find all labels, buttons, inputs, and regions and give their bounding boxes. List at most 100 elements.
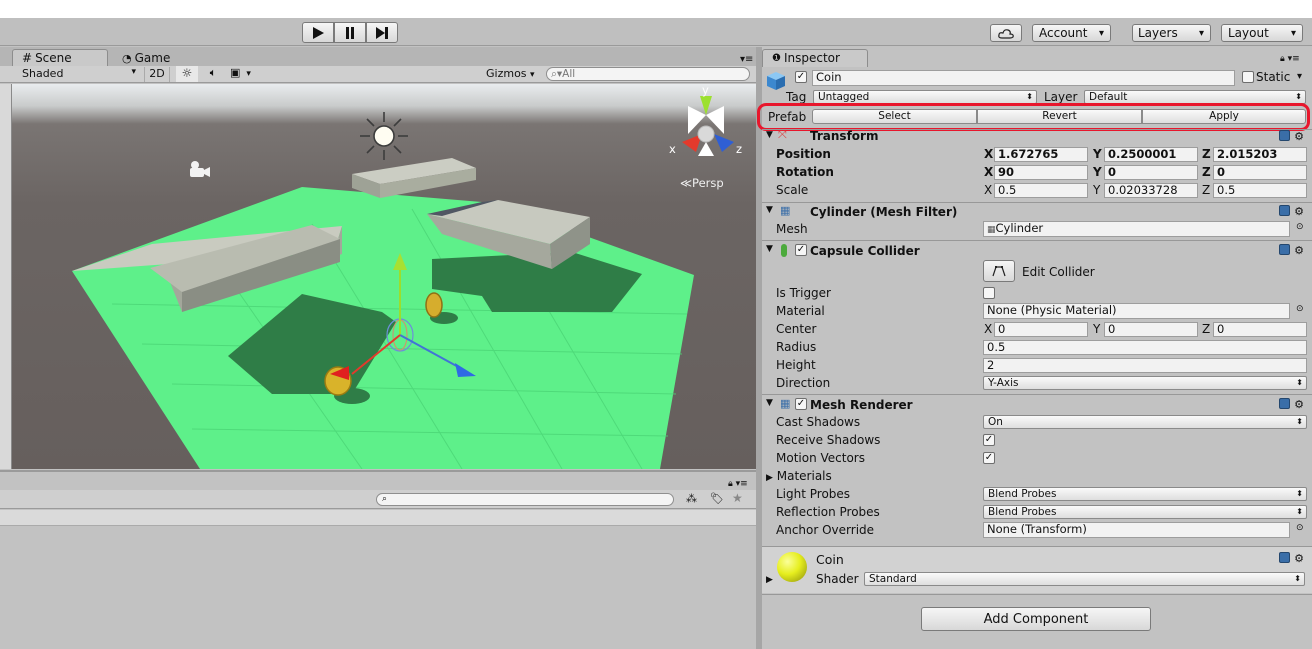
- prefab-highlight-annotation: [757, 103, 1310, 131]
- edit-collider-icon: [992, 266, 1006, 277]
- transform-title: Transform: [810, 129, 879, 143]
- mesh-filter-title: Cylinder (Mesh Filter): [810, 205, 958, 219]
- layers-label: Layers: [1138, 26, 1178, 40]
- height-field[interactable]: 2: [983, 358, 1307, 373]
- foldout-arrow-icon: ▼: [766, 398, 773, 408]
- gizmos-dropdown[interactable]: Gizmos ▾: [486, 67, 538, 82]
- edit-collider-button[interactable]: [983, 260, 1015, 282]
- scene-left-strip: [0, 84, 12, 469]
- material-section: [762, 547, 1312, 593]
- position-z-label: Z: [1202, 147, 1211, 161]
- account-dropdown[interactable]: Account: [1032, 24, 1111, 42]
- rotation-y-field[interactable]: 0: [1104, 165, 1198, 180]
- static-chevron-icon[interactable]: ▾: [1297, 71, 1302, 82]
- mode-2d-label: 2D: [149, 67, 165, 80]
- material-foldout-arrow-icon[interactable]: ▶: [766, 575, 773, 585]
- center-z-field[interactable]: 0: [1213, 322, 1307, 337]
- collider-header[interactable]: ▼ ✓ Capsule Collider ⚙︎: [762, 244, 1312, 258]
- component-header-icons[interactable]: ⚙︎: [1279, 244, 1304, 257]
- filter-label-icon[interactable]: 🏷︎: [710, 492, 724, 505]
- cloud-button[interactable]: [990, 24, 1022, 42]
- shader-dropdown[interactable]: Standard: [864, 572, 1305, 586]
- anchor-override-field[interactable]: None (Transform): [983, 522, 1290, 538]
- renderer-header[interactable]: ▼ ▦ ✓ Mesh Renderer ⚙︎: [762, 397, 1312, 412]
- receive-shadows-checkbox[interactable]: ✓: [983, 434, 995, 446]
- scale-y-field[interactable]: 0.02033728: [1104, 183, 1198, 198]
- effects-dropdown[interactable]: ▣ ▾: [230, 66, 262, 82]
- light-probes-label: Light Probes: [776, 487, 851, 501]
- play-icon: [313, 26, 324, 39]
- rotation-x-field[interactable]: 90: [994, 165, 1088, 180]
- help-book-icon: [1279, 244, 1291, 255]
- object-picker-icon[interactable]: ⊙: [1296, 304, 1304, 314]
- transform-header[interactable]: ▼ ⤧ Transform ⚙︎: [762, 128, 1312, 144]
- filter-type-icon[interactable]: ⁂: [686, 492, 697, 505]
- persp-label[interactable]: ≪Persp: [680, 176, 724, 190]
- position-z-field[interactable]: 2.015203: [1213, 147, 1307, 162]
- object-picker-icon[interactable]: ⊙: [1296, 222, 1304, 232]
- static-checkbox[interactable]: [1242, 71, 1254, 83]
- position-x-field[interactable]: 1.672765: [994, 147, 1088, 162]
- position-y-field[interactable]: 0.2500001: [1104, 147, 1198, 162]
- mesh-filter-header[interactable]: ▼ ▦ Cylinder (Mesh Filter) ⚙︎: [762, 204, 1312, 219]
- scale-x-field[interactable]: 0.5: [994, 183, 1088, 198]
- gizmos-label: Gizmos: [486, 67, 527, 80]
- mode-2d-button[interactable]: 2D: [144, 67, 170, 82]
- active-checkbox[interactable]: ✓: [795, 71, 807, 83]
- tag-dropdown[interactable]: Untagged: [813, 90, 1037, 104]
- inspector-lock-icon[interactable]: 🔒︎ ▾≡: [1280, 54, 1300, 64]
- scene-search[interactable]: ⌕▾All: [546, 67, 750, 81]
- light-probes-dropdown[interactable]: Blend Probes: [983, 487, 1307, 501]
- motion-vectors-checkbox[interactable]: ✓: [983, 452, 995, 464]
- tab-scene[interactable]: # Scene: [16, 50, 72, 66]
- tab-inspector[interactable]: ❶ Inspector: [766, 50, 840, 66]
- tab-scene-label: Scene: [35, 51, 72, 65]
- component-header-icons[interactable]: ⚙︎: [1279, 398, 1304, 411]
- search-icon: ⌕▾: [551, 68, 563, 80]
- project-search-input[interactable]: ⌕: [376, 493, 674, 506]
- scale-z-label: Z: [1202, 183, 1211, 197]
- layout-dropdown[interactable]: Layout: [1221, 24, 1303, 42]
- mesh-field[interactable]: ▦Cylinder: [983, 221, 1290, 237]
- component-header-icons[interactable]: ⚙︎: [1279, 130, 1304, 143]
- object-picker-icon[interactable]: ⊙: [1296, 523, 1304, 533]
- audio-toggle[interactable]: 🔈︎: [202, 66, 224, 82]
- object-name-field[interactable]: Coin: [812, 70, 1235, 86]
- panel-menu-icon[interactable]: ▾≡: [740, 54, 753, 65]
- physic-material-field[interactable]: None (Physic Material): [983, 303, 1290, 319]
- play-button[interactable]: [302, 22, 334, 43]
- favorite-star-icon[interactable]: ★: [732, 491, 743, 505]
- reflection-probes-dropdown[interactable]: Blend Probes: [983, 505, 1307, 519]
- shading-dropdown[interactable]: Shaded ▾: [20, 67, 138, 82]
- radius-field[interactable]: 0.5: [983, 340, 1307, 355]
- scene-viewport[interactable]: y x z ≪Persp: [12, 84, 756, 469]
- layer-dropdown[interactable]: Default: [1084, 90, 1306, 104]
- materials-foldout[interactable]: ▶ Materials: [766, 469, 832, 483]
- component-header-icons[interactable]: ⚙︎: [1279, 205, 1304, 218]
- grid-icon: #: [22, 51, 33, 65]
- add-component-button[interactable]: Add Component: [921, 607, 1151, 631]
- scale-z-field[interactable]: 0.5: [1213, 183, 1307, 198]
- direction-dropdown[interactable]: Y-Axis: [983, 376, 1307, 390]
- collider-enabled-checkbox[interactable]: ✓: [795, 244, 807, 256]
- renderer-enabled-checkbox[interactable]: ✓: [795, 398, 807, 410]
- is-trigger-checkbox[interactable]: [983, 287, 995, 299]
- center-y-field[interactable]: 0: [1104, 322, 1198, 337]
- center-x-field[interactable]: 0: [994, 322, 1088, 337]
- separator: [762, 240, 1312, 241]
- step-button[interactable]: [366, 22, 398, 43]
- lighting-toggle[interactable]: ☼: [176, 66, 198, 82]
- pause-button[interactable]: [334, 22, 366, 43]
- layers-dropdown[interactable]: Layers: [1132, 24, 1211, 42]
- shading-label: Shaded: [22, 67, 64, 80]
- material-sphere-icon: [777, 552, 807, 582]
- help-book-icon: [1279, 552, 1291, 563]
- foldout-arrow-icon: ▼: [766, 205, 773, 215]
- scale-x-label: X: [984, 183, 993, 197]
- tab-game[interactable]: ◔ Game: [116, 50, 170, 66]
- separator: [762, 394, 1312, 395]
- cast-shadows-dropdown[interactable]: On: [983, 415, 1307, 429]
- lock-icon[interactable]: 🔒︎ ▾≡: [728, 479, 748, 489]
- rotation-z-field[interactable]: 0: [1213, 165, 1307, 180]
- component-header-icons[interactable]: ⚙︎: [1279, 552, 1304, 565]
